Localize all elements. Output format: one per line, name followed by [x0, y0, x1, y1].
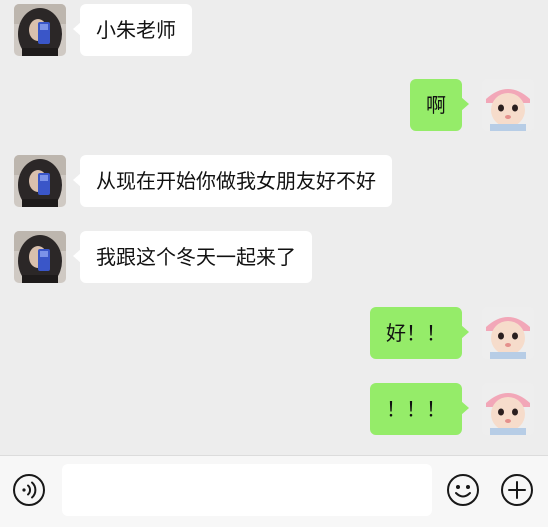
plus-icon[interactable] — [500, 473, 534, 507]
voice-icon[interactable] — [12, 473, 46, 507]
contact-avatar[interactable] — [14, 155, 66, 207]
message-input[interactable] — [62, 464, 432, 516]
user-avatar[interactable] — [482, 383, 534, 435]
input-bar — [0, 455, 548, 527]
chat-message-list[interactable]: 小朱老师 啊 从现在开始你做我女朋友好不好 我跟这个冬天一起来了 好！！ ！！！ — [0, 0, 548, 455]
message-bubble[interactable]: 啊 — [410, 79, 469, 131]
emoji-icon[interactable] — [446, 473, 480, 507]
message-bubble[interactable]: 我跟这个冬天一起来了 — [73, 231, 312, 283]
message-bubble[interactable]: 从现在开始你做我女朋友好不好 — [73, 155, 392, 207]
user-avatar[interactable] — [482, 79, 534, 131]
user-avatar[interactable] — [482, 307, 534, 359]
message-bubble[interactable]: 好！！ — [370, 307, 469, 359]
message-bubble[interactable]: 小朱老师 — [73, 4, 192, 56]
contact-avatar[interactable] — [14, 231, 66, 283]
contact-avatar[interactable] — [14, 4, 66, 56]
message-bubble[interactable]: ！！！ — [370, 383, 469, 435]
